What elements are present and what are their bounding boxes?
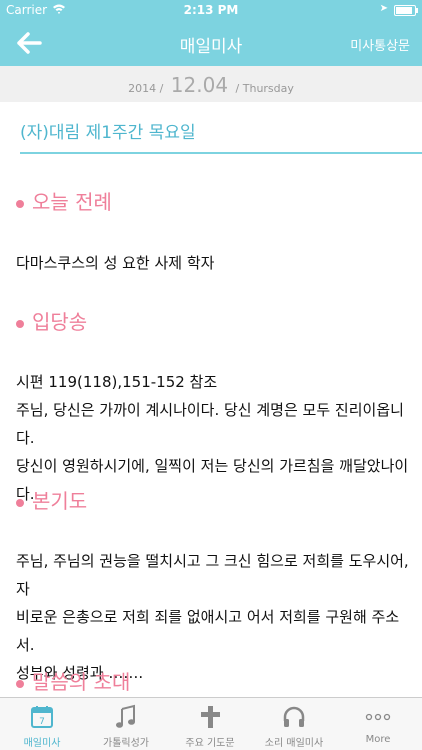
date-year: 2014 /	[128, 82, 164, 95]
bullet-dot-icon	[16, 319, 24, 328]
section-title: 말씀의 초대	[16, 666, 130, 695]
cross-icon	[168, 704, 252, 732]
section-title: 본기도	[16, 485, 87, 514]
navigation-bar: 매일미사 미사통상문	[0, 20, 422, 66]
section-body: 다마스쿠스의 성 요한 사제 학자	[16, 249, 412, 277]
music-note-icon	[84, 704, 168, 732]
bullet-dot-icon	[16, 679, 24, 688]
tab-daily-mass[interactable]: 7 매일미사	[0, 698, 84, 750]
tab-label: 매일미사	[23, 738, 61, 749]
divider	[20, 152, 422, 154]
section-title: 오늘 전례	[16, 186, 112, 215]
tab-label: More	[365, 734, 391, 745]
tab-label: 가톨릭성가	[103, 738, 149, 749]
headphones-icon	[252, 704, 336, 732]
mass-ordinary-button[interactable]: 미사통상문	[350, 35, 410, 54]
tab-main-prayers[interactable]: 주요 기도문	[168, 698, 252, 750]
more-icon	[336, 704, 420, 732]
date-day: 12.04	[170, 73, 229, 97]
tab-bar: 7 매일미사 가톨릭성가 주요 기도문 소리 매일미사 More	[0, 697, 422, 750]
date-bar: 2014 / 12.04 / Thursday	[0, 66, 422, 102]
body-line: 주님, 당신은 가까이 계시나이다. 당신 계명은 모두 진리이옵니다.	[16, 401, 404, 447]
tab-audio-daily-mass[interactable]: 소리 매일미사	[252, 698, 336, 750]
tab-catholic-hymns[interactable]: 가톨릭성가	[84, 698, 168, 750]
tab-label: 소리 매일미사	[264, 738, 324, 749]
bullet-dot-icon	[16, 199, 24, 208]
calendar-day-number: 7	[39, 717, 45, 727]
body-line: 주님, 주님의 권능을 떨치시고 그 크신 힘으로 저희를 도우시어, 자	[16, 552, 409, 598]
date-weekday: / Thursday	[235, 82, 294, 95]
liturgy-day-title: (자)대림 제1주간 목요일	[20, 123, 196, 143]
status-bar: Carrier 2:13 PM ➤	[0, 0, 422, 20]
status-time: 2:13 PM	[183, 3, 239, 17]
body-line: 시편 119(118),151-152 참조	[16, 373, 218, 391]
location-icon: ➤	[379, 3, 388, 14]
calendar-icon: 7	[0, 704, 84, 732]
body-line: 비로운 은총으로 저희 죄를 없애시고 어서 저희를 구원해 주소서.	[16, 608, 400, 654]
tab-more[interactable]: More	[336, 698, 420, 750]
bullet-dot-icon	[16, 498, 24, 507]
body-line: 다마스쿠스의 성 요한 사제 학자	[16, 254, 215, 272]
tab-label: 주요 기도문	[185, 738, 235, 749]
battery-icon	[394, 5, 418, 16]
section-title: 입당송	[16, 306, 87, 335]
